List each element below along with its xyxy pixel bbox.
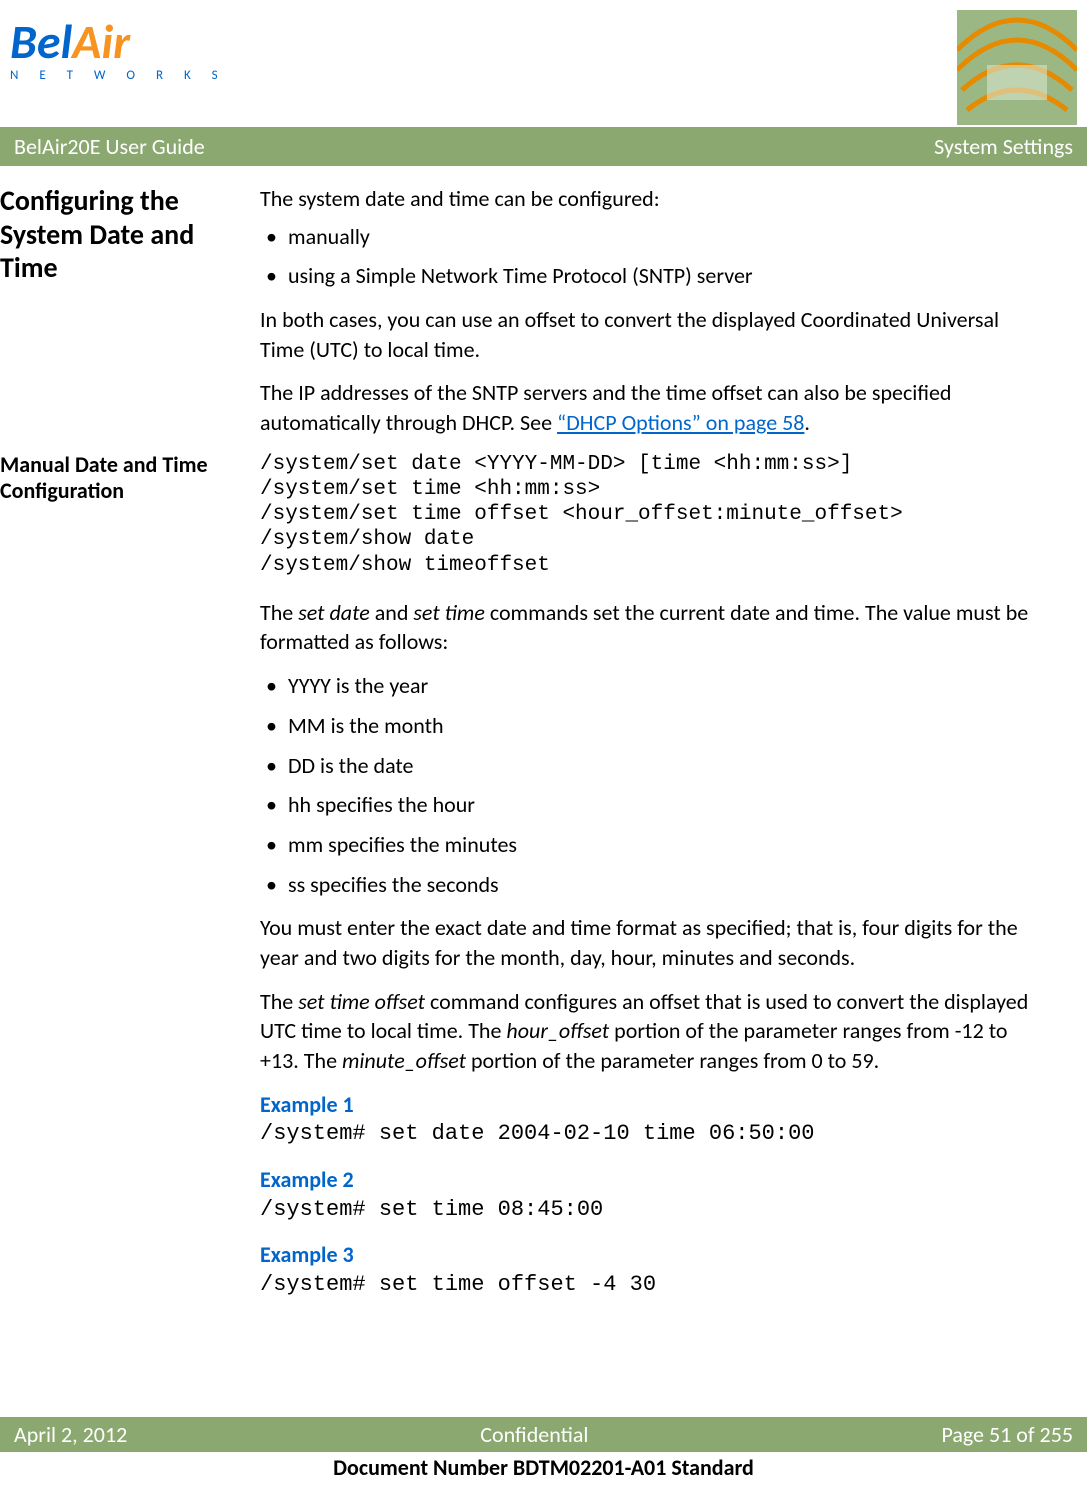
offset-para: In both cases, you can use an offset to … [260,305,1047,364]
command-syntax-block: /system/set date <YYYY-MM-DD> [time <hh:… [260,452,1047,578]
example-3-heading: Example 3 [260,1240,1047,1270]
list-item: DD is the date [288,751,1047,781]
list-item: manually [288,222,1047,252]
logo-text-air: Air [72,12,130,71]
footer-confidential: Confidential [480,1421,588,1448]
page-footer: April 2, 2012 Confidential Page 51 of 25… [0,1417,1087,1481]
example-2-code: /system# set time 08:45:00 [260,1195,1047,1225]
list-item: hh specifies the hour [288,790,1047,820]
minute-offset-term: minute_offset [342,1047,466,1074]
example-1-heading: Example 1 [260,1090,1047,1120]
section-2-row: Manual Date and Time Configuration /syst… [0,452,1047,1316]
text: The [260,988,298,1015]
list-item: YYYY is the year [288,671,1047,701]
intro-text: The system date and time can be configur… [260,184,1047,214]
dhcp-text-b: . [804,409,810,436]
list-item: ss specifies the seconds [288,870,1047,900]
main-column: The system date and time can be configur… [260,184,1077,1316]
title-right: System Settings [934,133,1073,160]
logo-text-bel: Bel [10,12,72,71]
corner-wave-icon [957,10,1077,125]
offset-detail-para: The set time offset command configures a… [260,987,1047,1076]
dhcp-para: The IP addresses of the SNTP servers and… [260,378,1047,437]
logo-brand: BelAir [10,18,227,66]
footer-page: Page 51 of 255 [941,1421,1073,1448]
format-list: YYYY is the year MM is the month DD is t… [260,671,1047,899]
side-column-2: Manual Date and Time Configuration [0,452,260,1316]
list-item: using a Simple Network Time Protocol (SN… [288,261,1047,291]
example-1: Example 1 /system# set date 2004-02-10 t… [260,1090,1047,1149]
section-2-body: /system/set date <YYYY-MM-DD> [time <hh:… [260,452,1047,1316]
example-3: Example 3 /system# set time offset -4 30 [260,1240,1047,1299]
footer-date: April 2, 2012 [14,1421,127,1448]
content-area: Configuring the System Date and Time The… [0,166,1087,1316]
text: The [260,599,298,626]
list-item: MM is the month [288,711,1047,741]
example-1-code: /system# set date 2004-02-10 time 06:50:… [260,1119,1047,1149]
list-item: mm specifies the minutes [288,830,1047,860]
hour-offset-term: hour_offset [506,1017,609,1044]
logo: BelAir N E T W O R K S [10,10,227,83]
dhcp-options-link[interactable]: “DHCP Options” on page 58 [557,409,804,436]
config-options-list: manually using a Simple Network Time Pro… [260,222,1047,291]
title-bar: BelAir20E User Guide System Settings [0,127,1087,166]
text: and [370,599,414,626]
setdate-para: The set date and set time commands set t… [260,598,1047,657]
page-header: BelAir N E T W O R K S [0,0,1087,125]
footer-document-number: Document Number BDTM02201-A01 Standard [0,1454,1087,1481]
set-time-term: set time [413,599,484,626]
section-heading-2: Manual Date and Time Configuration [0,452,250,505]
set-time-offset-term: set time offset [298,988,425,1015]
logo-subtext: N E T W O R K S [10,68,227,83]
example-2: Example 2 /system# set time 08:45:00 [260,1165,1047,1224]
footer-green-bar: April 2, 2012 Confidential Page 51 of 25… [0,1417,1087,1452]
section-heading-1: Configuring the System Date and Time [0,184,250,285]
format-note-para: You must enter the exact date and time f… [260,913,1047,972]
set-date-term: set date [298,599,370,626]
example-3-code: /system# set time offset -4 30 [260,1270,1047,1300]
text: portion of the parameter ranges from 0 t… [466,1047,879,1074]
title-left: BelAir20E User Guide [14,133,205,160]
example-2-heading: Example 2 [260,1165,1047,1195]
